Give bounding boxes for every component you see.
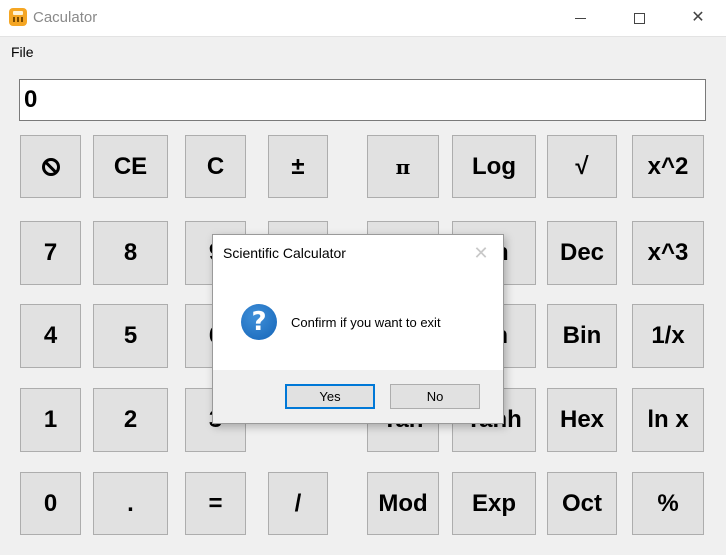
menu-file[interactable]: File: [11, 44, 34, 60]
close-icon: ✕: [691, 9, 705, 26]
dialog-footer: Yes No: [213, 370, 503, 423]
decimal-button[interactable]: .: [93, 472, 168, 535]
bin-button[interactable]: Bin: [547, 304, 617, 368]
divide-button[interactable]: /: [268, 472, 328, 535]
hex-button[interactable]: Hex: [547, 388, 617, 452]
digit-2-button[interactable]: 2: [93, 388, 168, 452]
menu-bar: File: [0, 37, 726, 65]
equals-button[interactable]: =: [185, 472, 246, 535]
oct-button[interactable]: Oct: [547, 472, 617, 535]
reciprocal-button[interactable]: 1/x: [632, 304, 704, 368]
cube-button[interactable]: x^3: [632, 221, 704, 285]
digit-4-button[interactable]: 4: [20, 304, 81, 368]
calculator-display[interactable]: 0: [19, 79, 706, 121]
dialog-close-icon[interactable]: ✕: [471, 243, 491, 263]
digit-7-button[interactable]: 7: [20, 221, 81, 285]
exp-button[interactable]: Exp: [452, 472, 536, 535]
confirm-exit-dialog: Scientific Calculator ✕ ? Confirm if you…: [212, 234, 504, 424]
percent-button[interactable]: %: [632, 472, 704, 535]
close-button[interactable]: ✕: [675, 0, 721, 36]
digit-5-button[interactable]: 5: [93, 304, 168, 368]
sqrt-button[interactable]: √: [547, 135, 617, 198]
square-button[interactable]: x^2: [632, 135, 704, 198]
digit-1-button[interactable]: 1: [20, 388, 81, 452]
clear-entry-button[interactable]: CE: [93, 135, 168, 198]
title-bar: Caculator ✕: [0, 0, 726, 37]
minimize-button[interactable]: [557, 0, 603, 36]
prohibited-icon: [41, 157, 60, 176]
window-title: Caculator: [33, 9, 98, 26]
calculator-app-icon: [9, 8, 27, 26]
mod-button[interactable]: Mod: [367, 472, 439, 535]
pi-button[interactable]: π: [367, 135, 439, 198]
no-button[interactable]: No: [390, 384, 480, 409]
ln-button[interactable]: ln x: [632, 388, 704, 452]
minimize-icon: [574, 17, 586, 19]
digit-0-button[interactable]: 0: [20, 472, 81, 535]
dialog-title: Scientific Calculator: [223, 245, 346, 261]
maximize-icon: [633, 12, 645, 24]
plus-minus-button[interactable]: ±: [268, 135, 328, 198]
clear-all-button[interactable]: [20, 135, 81, 198]
maximize-button[interactable]: [616, 0, 662, 36]
digit-8-button[interactable]: 8: [93, 221, 168, 285]
dialog-message: Confirm if you want to exit: [291, 315, 441, 330]
log-button[interactable]: Log: [452, 135, 536, 198]
yes-button[interactable]: Yes: [285, 384, 375, 409]
dec-button[interactable]: Dec: [547, 221, 617, 285]
clear-button[interactable]: C: [185, 135, 246, 198]
question-icon: ?: [241, 304, 277, 340]
